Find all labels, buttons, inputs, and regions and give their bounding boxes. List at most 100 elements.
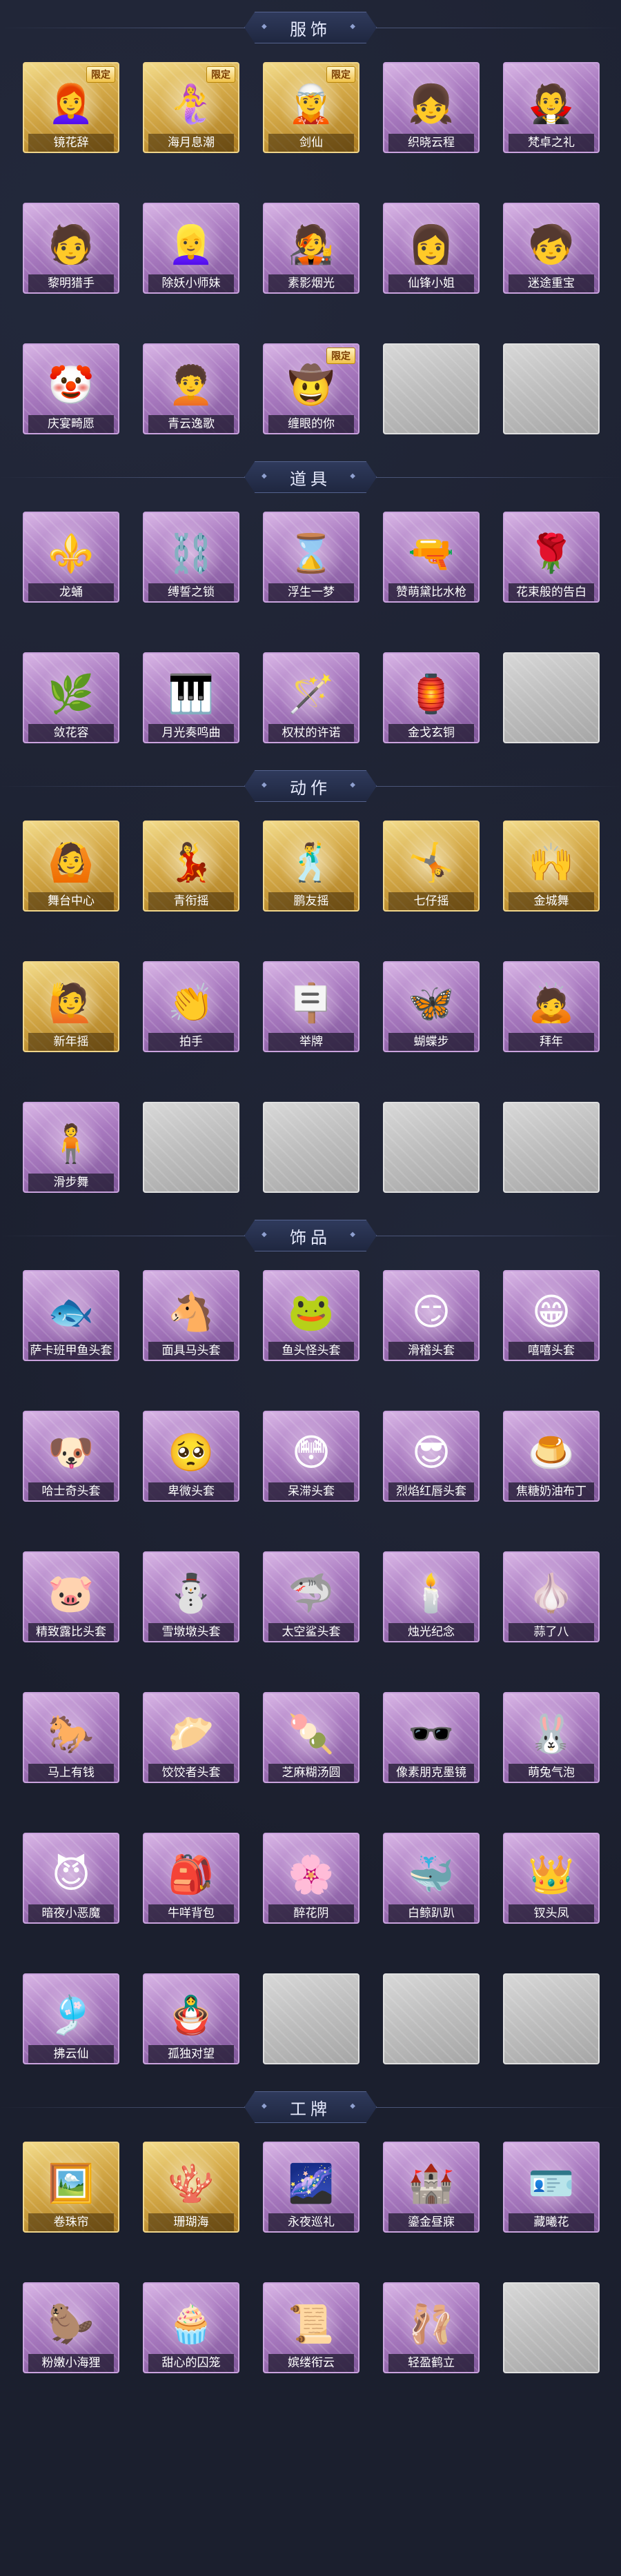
item-card[interactable]: 🤡 庆宴畸愿 — [23, 343, 119, 434]
item-card[interactable]: 🧑‍🎤 素影烟光 — [263, 203, 359, 294]
item-card[interactable]: 🩰 轻盈鹤立 — [383, 2282, 480, 2373]
collection-item[interactable] — [263, 1102, 359, 1208]
collection-item[interactable]: 🦈 太空鲨头套 — [263, 1551, 359, 1658]
collection-item[interactable]: 🌌 永夜巡礼 — [263, 2142, 359, 2248]
collection-item[interactable]: 🦋 蝴蝶步 — [383, 961, 480, 1067]
item-card[interactable]: ⛓️ 缚誓之锁 — [143, 512, 239, 603]
item-card[interactable]: 🧄 蒜了八 — [503, 1551, 600, 1642]
collection-item[interactable]: 🐴 面具马头套 — [143, 1270, 239, 1376]
collection-item[interactable]: 👩‍🦰 限定 镜花辞 — [23, 62, 119, 168]
item-card[interactable]: 🖼️ 卷珠帘 — [23, 2142, 119, 2233]
item-card[interactable]: 🙌 金城舞 — [503, 821, 600, 912]
item-card[interactable]: 🐷 精致露比头套 — [23, 1551, 119, 1642]
item-card[interactable]: 👑 钗头凤 — [503, 1833, 600, 1924]
collection-item[interactable]: 🧑 黎明猎手 — [23, 203, 119, 309]
collection-item[interactable]: 🎐 拂云仙 — [23, 1973, 119, 2080]
empty-slot-card[interactable] — [503, 1973, 600, 2064]
item-card[interactable]: 🪆 孤独对望 — [143, 1973, 239, 2064]
item-card[interactable]: 🎒 牛咩背包 — [143, 1833, 239, 1924]
collection-item[interactable]: 👧 织晓云程 — [383, 62, 480, 168]
empty-slot-card[interactable] — [383, 1973, 480, 2064]
collection-item[interactable] — [503, 1973, 600, 2080]
collection-item[interactable]: 👏 拍手 — [143, 961, 239, 1067]
item-card[interactable]: 👩 仙锋小姐 — [383, 203, 480, 294]
collection-item[interactable]: 🕺 鹏友摇 — [263, 821, 359, 927]
item-card[interactable]: 🌌 永夜巡礼 — [263, 2142, 359, 2233]
collection-item[interactable]: 🕯️ 烛光纪念 — [383, 1551, 480, 1658]
item-card[interactable]: 🍡 芝麻糊汤圆 — [263, 1692, 359, 1783]
empty-slot-card[interactable] — [503, 343, 600, 434]
collection-item[interactable]: 🧍 滑步舞 — [23, 1102, 119, 1208]
item-card[interactable]: 🧑‍🦱 青云逸歌 — [143, 343, 239, 434]
collection-item[interactable]: 🧜‍♀️ 限定 海月息潮 — [143, 62, 239, 168]
item-card[interactable]: 🐸 鱼头怪头套 — [263, 1270, 359, 1361]
empty-slot-card[interactable] — [503, 652, 600, 743]
item-card[interactable]: 🧁 甜心的囚笼 — [143, 2282, 239, 2373]
collection-item[interactable]: 😁 嘻嘻头套 — [503, 1270, 600, 1376]
item-card[interactable]: 🕯️ 烛光纪念 — [383, 1551, 480, 1642]
item-card[interactable]: 🎹 月光奏鸣曲 — [143, 652, 239, 743]
empty-slot-card[interactable] — [263, 1102, 359, 1193]
collection-item[interactable]: 🧁 甜心的囚笼 — [143, 2282, 239, 2388]
collection-item[interactable]: 🍮 焦糖奶油布丁 — [503, 1411, 600, 1517]
collection-item[interactable]: 🪪 藏曦花 — [503, 2142, 600, 2248]
item-card[interactable]: 🐎 马上有钱 — [23, 1692, 119, 1783]
item-card[interactable]: 🪧 举牌 — [263, 961, 359, 1052]
collection-item[interactable]: 😈 暗夜小恶魔 — [23, 1833, 119, 1939]
collection-item[interactable]: 🙋 新年摇 — [23, 961, 119, 1067]
item-card[interactable]: 🍮 焦糖奶油布丁 — [503, 1411, 600, 1502]
collection-item[interactable]: 🪧 举牌 — [263, 961, 359, 1067]
collection-item[interactable] — [503, 343, 600, 450]
collection-item[interactable]: 🌹 花束般的告白 — [503, 512, 600, 618]
item-card[interactable]: 👧 织晓云程 — [383, 62, 480, 153]
collection-item[interactable] — [383, 1102, 480, 1208]
item-card[interactable]: 🐶 哈士奇头套 — [23, 1411, 119, 1502]
collection-item[interactable]: 😎 烈焰红唇头套 — [383, 1411, 480, 1517]
empty-slot-card[interactable] — [263, 1973, 359, 2064]
item-card[interactable]: ⛄ 雪墩墩头套 — [143, 1551, 239, 1642]
collection-item[interactable]: 👩 仙锋小姐 — [383, 203, 480, 309]
item-card[interactable]: 😁 嘻嘻头套 — [503, 1270, 600, 1361]
item-card[interactable]: 🙋 新年摇 — [23, 961, 119, 1052]
collection-item[interactable]: 🥟 饺饺者头套 — [143, 1692, 239, 1798]
collection-item[interactable]: 🤡 庆宴畸愿 — [23, 343, 119, 450]
collection-item[interactable] — [383, 1973, 480, 2080]
item-card[interactable]: 👱‍♀️ 除妖小师妹 — [143, 203, 239, 294]
item-card[interactable]: 🌸 醉花阴 — [263, 1833, 359, 1924]
collection-item[interactable]: 🏮 金戈玄铜 — [383, 652, 480, 758]
collection-item[interactable]: ⛓️ 缚誓之锁 — [143, 512, 239, 618]
collection-item[interactable] — [503, 1102, 600, 1208]
collection-item[interactable]: ⌛ 浮生一梦 — [263, 512, 359, 618]
collection-item[interactable]: 🪆 孤独对望 — [143, 1973, 239, 2080]
collection-item[interactable]: 🦫 粉嫩小海狸 — [23, 2282, 119, 2388]
item-card[interactable]: 🏮 金戈玄铜 — [383, 652, 480, 743]
item-card[interactable]: ⚜️ 龙蛹 — [23, 512, 119, 603]
item-card[interactable]: ⌛ 浮生一梦 — [263, 512, 359, 603]
item-card[interactable]: 🎐 拂云仙 — [23, 1973, 119, 2064]
item-card[interactable]: 💃 青衔摇 — [143, 821, 239, 912]
item-card[interactable]: 🏰 鎏金昼寐 — [383, 2142, 480, 2233]
collection-item[interactable]: 🙌 金城舞 — [503, 821, 600, 927]
collection-item[interactable]: 🐰 萌兔气泡 — [503, 1692, 600, 1798]
item-card[interactable]: 🧒 迷途重宝 — [503, 203, 600, 294]
collection-item[interactable]: 🐎 马上有钱 — [23, 1692, 119, 1798]
collection-item[interactable]: 🧑‍🦱 青云逸歌 — [143, 343, 239, 450]
item-card[interactable]: 🪄 权杖的许诺 — [263, 652, 359, 743]
item-card[interactable]: 📜 嫔缕衔云 — [263, 2282, 359, 2373]
collection-item[interactable]: 🌿 敛花容 — [23, 652, 119, 758]
collection-item[interactable]: 📜 嫔缕衔云 — [263, 2282, 359, 2388]
empty-slot-card[interactable] — [503, 1102, 600, 1193]
collection-item[interactable] — [503, 652, 600, 758]
collection-item[interactable] — [383, 343, 480, 450]
collection-item[interactable]: 🧒 迷途重宝 — [503, 203, 600, 309]
item-card[interactable]: 👩‍🦰 限定 镜花辞 — [23, 62, 119, 153]
item-card[interactable]: 🔫 赞萌黛比水枪 — [383, 512, 480, 603]
item-card[interactable]: 🧑 黎明猎手 — [23, 203, 119, 294]
empty-slot-card[interactable] — [383, 343, 480, 434]
collection-item[interactable]: 🐸 鱼头怪头套 — [263, 1270, 359, 1376]
collection-item[interactable] — [503, 2282, 600, 2388]
collection-item[interactable]: 🧄 蒜了八 — [503, 1551, 600, 1658]
item-card[interactable]: 🐟 萨卡班甲鱼头套 — [23, 1270, 119, 1361]
collection-item[interactable] — [263, 1973, 359, 2080]
item-card[interactable]: 👏 拍手 — [143, 961, 239, 1052]
